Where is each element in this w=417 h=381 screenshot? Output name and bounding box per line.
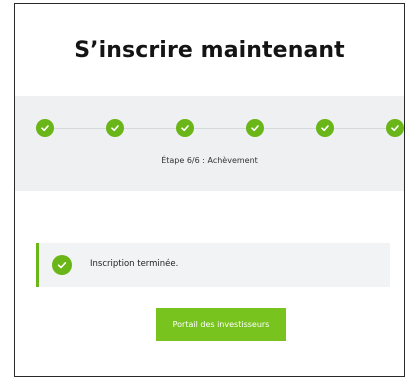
step-label: Étape 6/6 : Achèvement [161, 156, 258, 165]
step-6-complete [386, 119, 404, 137]
signup-card: S’inscrire maintenant Étape 6/6 : Achève… [14, 3, 405, 377]
checkmark-icon [111, 125, 119, 132]
step-4-complete [246, 119, 264, 137]
page-title: S’inscrire maintenant [74, 38, 345, 63]
progress-panel: Étape 6/6 : Achèvement [15, 96, 404, 191]
checkmark-icon [251, 125, 259, 132]
success-alert: Inscription terminée. [36, 243, 390, 287]
checkmark-icon [321, 125, 329, 132]
step-2-complete [106, 119, 124, 137]
progress-line [45, 128, 404, 129]
alert-message: Inscription terminée. [90, 259, 179, 269]
step-5-complete [316, 119, 334, 137]
checkmark-icon [391, 125, 399, 132]
success-check-icon [52, 255, 72, 275]
investor-portal-button[interactable]: Portail des investisseurs [156, 308, 286, 341]
checkmark-icon [41, 125, 49, 132]
step-3-complete [176, 119, 194, 137]
checkmark-icon [181, 125, 189, 132]
step-1-complete [36, 119, 54, 137]
